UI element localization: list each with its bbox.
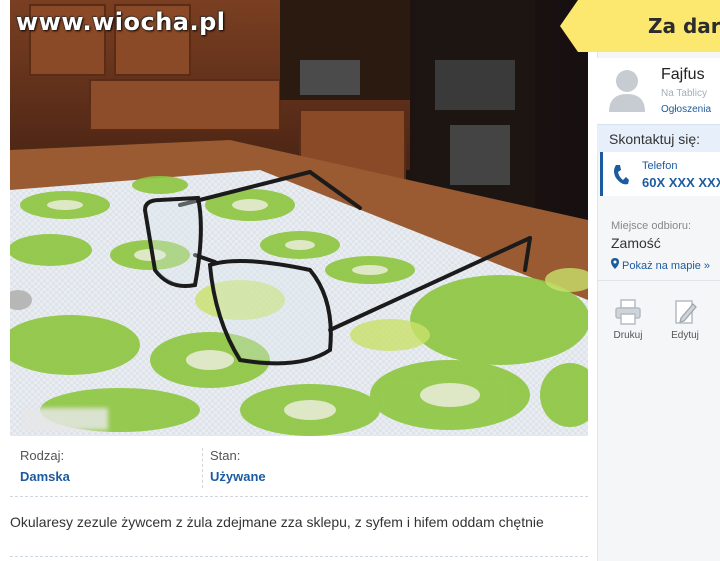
contact-title: Skontaktuj się: [609,131,701,147]
pickup-city: Zamość [611,235,661,251]
edit-label: Edytuj [671,330,699,341]
bottom-divider [10,556,588,558]
detail-type-label: Rodzaj: [20,448,65,463]
glasses-photo [10,0,588,436]
avatar-icon [609,70,645,112]
print-button[interactable]: Drukuj [608,298,648,341]
show-on-map-link[interactable]: Pokaż na mapie » [611,258,710,272]
detail-condition: Stan: Używane [210,448,266,484]
listing-page: www.wiocha.pl Rodzaj: Damska Stan: Używa… [0,0,720,561]
seller-name[interactable]: Fajfus [661,66,705,84]
phone-number[interactable]: 60X XXX XXX [642,175,720,190]
seller-ads-link[interactable]: Ogłoszenia [661,104,711,115]
seller-since: Na Tablicy [661,88,707,99]
listing-photo[interactable]: www.wiocha.pl [10,0,588,436]
listing-details: Rodzaj: Damska Stan: Używane [10,440,588,497]
edit-icon [675,300,697,324]
detail-type: Rodzaj: Damska [20,448,70,484]
detail-type-value[interactable]: Damska [20,469,70,484]
sidebar-divider [597,280,720,281]
phone-icon [614,165,629,185]
map-pin-icon [611,258,619,269]
edit-button[interactable]: Edytuj [665,298,705,341]
blurred-tag [24,408,108,430]
price-banner-text: Za dar [648,14,720,38]
listing-description: Okularesy zezule żywcem z żula zdejmane … [10,514,544,530]
site-watermark: www.wiocha.pl [16,8,226,36]
detail-condition-label: Stan: [210,448,241,463]
phone-label: Telefon [642,160,678,172]
detail-condition-value[interactable]: Używane [210,469,266,484]
printer-icon [615,299,641,325]
print-label: Drukuj [613,330,643,341]
pickup-label: Miejsce odbioru: [611,220,692,232]
show-on-map-label: Pokaż na mapie » [622,260,711,272]
detail-divider [202,448,204,488]
